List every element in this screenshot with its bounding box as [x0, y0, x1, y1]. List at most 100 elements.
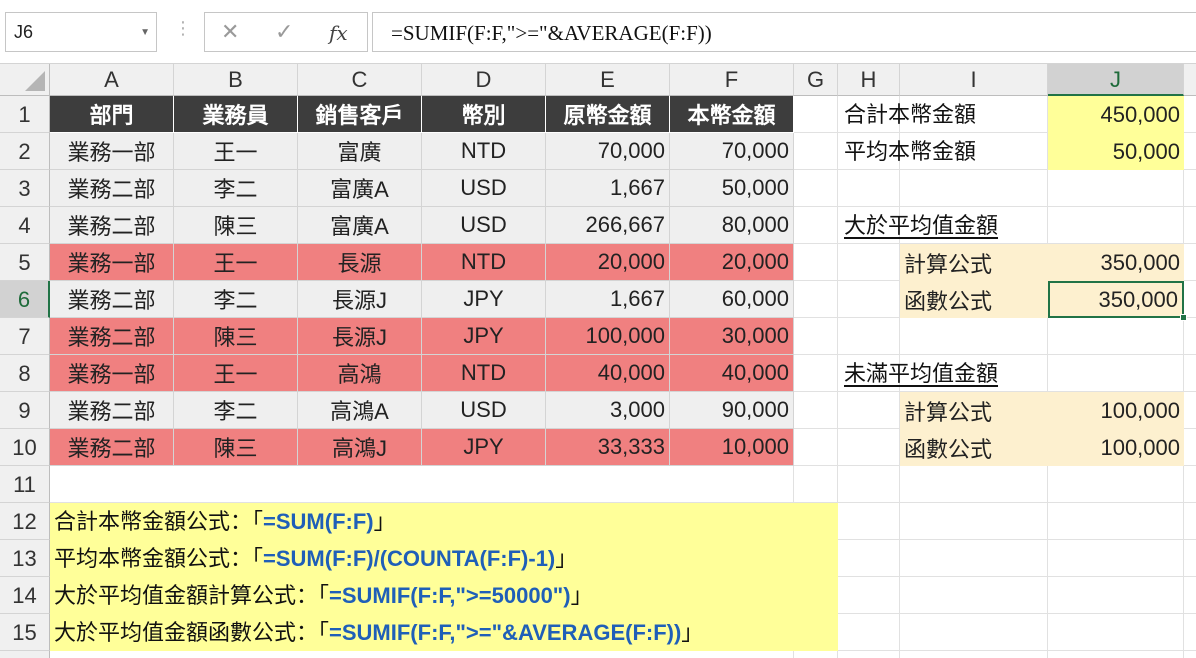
fill-handle[interactable] — [1180, 314, 1187, 321]
table-header-cell[interactable]: 部門 — [50, 96, 174, 133]
above-average-heading[interactable]: 大於平均值金額 — [844, 207, 998, 244]
row-header-10[interactable]: 10 — [0, 429, 50, 466]
column-header-d[interactable]: D — [422, 64, 546, 96]
table-cell[interactable]: 業務二部 — [50, 207, 174, 244]
table-cell[interactable]: 70,000 — [670, 133, 794, 170]
table-cell[interactable]: 70,000 — [546, 133, 670, 170]
table-cell[interactable]: 30,000 — [670, 318, 794, 355]
table-cell[interactable]: 266,667 — [546, 207, 670, 244]
column-header-i[interactable]: I — [900, 64, 1048, 96]
insert-function-icon[interactable]: fx — [329, 21, 348, 45]
table-cell[interactable]: USD — [422, 207, 546, 244]
column-header-a[interactable]: A — [50, 64, 174, 96]
table-cell[interactable]: 90,000 — [670, 392, 794, 429]
average-value[interactable]: 50,000 — [1048, 133, 1184, 170]
row-header-14[interactable]: 14 — [0, 577, 50, 614]
table-cell[interactable]: 李二 — [174, 170, 298, 207]
table-cell[interactable]: 高鴻 — [298, 355, 422, 392]
row-header-5[interactable]: 5 — [0, 244, 50, 281]
table-cell[interactable]: 業務二部 — [50, 170, 174, 207]
row-header-8[interactable]: 8 — [0, 355, 50, 392]
table-header-cell[interactable]: 本幣金額 — [670, 96, 794, 133]
table-cell[interactable]: 1,667 — [546, 281, 670, 318]
row-header-4[interactable]: 4 — [0, 207, 50, 244]
table-cell[interactable]: 40,000 — [546, 355, 670, 392]
table-cell[interactable]: 業務二部 — [50, 392, 174, 429]
above-calc-value[interactable]: 350,000 — [1048, 244, 1184, 281]
row-header-2[interactable]: 2 — [0, 133, 50, 170]
row-header-15[interactable]: 15 — [0, 614, 50, 651]
table-cell[interactable]: 長源 — [298, 244, 422, 281]
table-cell[interactable]: 60,000 — [670, 281, 794, 318]
table-cell[interactable]: 業務一部 — [50, 355, 174, 392]
table-cell[interactable]: 20,000 — [670, 244, 794, 281]
column-header-e[interactable]: E — [546, 64, 670, 96]
table-cell[interactable]: USD — [422, 392, 546, 429]
row-header-7[interactable]: 7 — [0, 318, 50, 355]
select-all-button[interactable] — [0, 64, 50, 96]
table-header-cell[interactable]: 業務員 — [174, 96, 298, 133]
table-cell[interactable]: 80,000 — [670, 207, 794, 244]
table-cell[interactable]: 50,000 — [670, 170, 794, 207]
table-cell[interactable]: 100,000 — [546, 318, 670, 355]
table-cell[interactable]: 富廣A — [298, 207, 422, 244]
row-header-3[interactable]: 3 — [0, 170, 50, 207]
name-box[interactable]: J6 ▼ — [5, 12, 157, 52]
table-cell[interactable]: 陳三 — [174, 318, 298, 355]
table-cell[interactable]: 業務二部 — [50, 281, 174, 318]
table-cell[interactable]: 李二 — [174, 281, 298, 318]
column-header-f[interactable]: F — [670, 64, 794, 96]
table-cell[interactable]: 業務二部 — [50, 429, 174, 466]
formula-input[interactable]: =SUMIF(F:F,">="&AVERAGE(F:F)) — [372, 12, 1196, 52]
row-header-13[interactable]: 13 — [0, 540, 50, 577]
row-header-12[interactable]: 12 — [0, 503, 50, 540]
above-func-value-selected[interactable]: 350,000 — [1048, 281, 1184, 318]
column-header-h[interactable]: H — [838, 64, 900, 96]
column-header-c[interactable]: C — [298, 64, 422, 96]
table-cell[interactable]: NTD — [422, 244, 546, 281]
table-cell[interactable]: 王一 — [174, 355, 298, 392]
row-header-6[interactable]: 6 — [0, 281, 50, 318]
below-func-label[interactable]: 函數公式 — [900, 429, 1048, 466]
table-cell[interactable]: 長源J — [298, 281, 422, 318]
total-label[interactable]: 合計本幣金額 — [844, 96, 976, 133]
table-cell[interactable]: 陳三 — [174, 207, 298, 244]
above-func-label[interactable]: 函數公式 — [900, 281, 1048, 318]
table-cell[interactable]: 10,000 — [670, 429, 794, 466]
row-header-1[interactable]: 1 — [0, 96, 50, 133]
table-cell[interactable]: 業務一部 — [50, 244, 174, 281]
enter-icon[interactable]: ✓ — [275, 19, 293, 45]
table-cell[interactable]: 王一 — [174, 244, 298, 281]
table-cell[interactable]: 高鴻J — [298, 429, 422, 466]
table-cell[interactable]: JPY — [422, 429, 546, 466]
cancel-icon[interactable]: ✕ — [221, 19, 239, 45]
below-average-heading[interactable]: 未滿平均值金額 — [844, 355, 998, 392]
below-calc-value[interactable]: 100,000 — [1048, 392, 1184, 429]
note-above-func-formula[interactable]: 大於平均值金額函數公式：「=SUMIF(F:F,">="&AVERAGE(F:F… — [54, 614, 703, 651]
column-header-j[interactable]: J — [1048, 64, 1184, 96]
table-cell[interactable]: 業務二部 — [50, 318, 174, 355]
above-calc-label[interactable]: 計算公式 — [900, 244, 1048, 281]
drag-handle-icon[interactable]: ⋮ — [174, 18, 192, 46]
table-header-cell[interactable]: 原幣金額 — [546, 96, 670, 133]
chevron-down-icon[interactable]: ▼ — [140, 27, 150, 38]
average-label[interactable]: 平均本幣金額 — [844, 133, 976, 170]
column-header-b[interactable]: B — [174, 64, 298, 96]
table-cell[interactable]: 李二 — [174, 392, 298, 429]
row-header-11[interactable]: 11 — [0, 466, 50, 503]
row-header-9[interactable]: 9 — [0, 392, 50, 429]
table-header-cell[interactable]: 銷售客戶 — [298, 96, 422, 133]
table-cell[interactable]: 富廣A — [298, 170, 422, 207]
note-total-formula[interactable]: 合計本幣金額公式：「=SUM(F:F)」 — [54, 503, 396, 540]
table-cell[interactable]: 陳三 — [174, 429, 298, 466]
total-value[interactable]: 450,000 — [1048, 96, 1184, 133]
below-calc-label[interactable]: 計算公式 — [900, 392, 1048, 429]
table-cell[interactable]: 富廣 — [298, 133, 422, 170]
table-cell[interactable]: 業務一部 — [50, 133, 174, 170]
table-cell[interactable]: 20,000 — [546, 244, 670, 281]
table-cell[interactable]: 40,000 — [670, 355, 794, 392]
note-above-calc-formula[interactable]: 大於平均值金額計算公式：「=SUMIF(F:F,">=50000")」 — [54, 577, 593, 614]
table-cell[interactable]: 3,000 — [546, 392, 670, 429]
row-header-16[interactable] — [0, 651, 50, 658]
note-average-formula[interactable]: 平均本幣金額公式：「=SUM(F:F)/(COUNTA(F:F)-1)」 — [54, 540, 577, 577]
